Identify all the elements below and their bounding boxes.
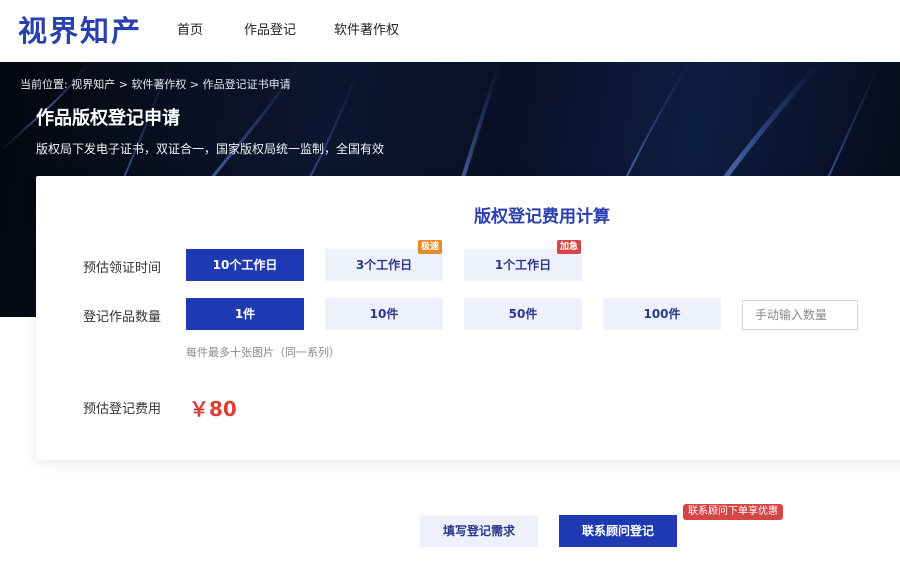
fee-value: ￥80	[189, 397, 237, 421]
quantity-option-100[interactable]: 100件	[603, 298, 721, 330]
option-label: 100件	[643, 307, 681, 321]
quantity-option-1[interactable]: 1件	[186, 298, 304, 330]
time-option-3-days[interactable]: 3个工作日 极速	[325, 240, 443, 281]
quantity-option-10[interactable]: 10件	[325, 298, 443, 330]
option-label: 10个工作日	[212, 258, 278, 272]
nav-item-home[interactable]: 首页	[177, 19, 203, 38]
nav-item-work-registration[interactable]: 作品登记	[244, 19, 296, 38]
quantity-hint: 每件最多十张图片（同一系列）	[186, 346, 340, 359]
breadcrumb: 当前位置: 视界知产 > 软件著作权 > 作品登记证书申请	[20, 78, 291, 91]
quantity-input[interactable]	[742, 300, 858, 330]
option-label: 10件	[369, 307, 399, 321]
time-option-10-days[interactable]: 10个工作日	[186, 249, 304, 281]
top-nav: 视界知产 首页 作品登记 软件著作权	[0, 0, 900, 62]
fill-requirements-button[interactable]: 填写登记需求	[420, 515, 538, 547]
quantity-row-label: 登记作品数量	[83, 310, 162, 325]
promo-badge: 联系顾问下单享优惠	[683, 504, 783, 520]
contact-consultant-button[interactable]: 联系顾问登记	[559, 515, 677, 547]
page-subtitle: 版权局下发电子证书，双证合一，国家版权局统一监制，全国有效	[36, 142, 385, 156]
nav-item-software-copyright[interactable]: 软件著作权	[334, 19, 399, 38]
page-title: 作品版权登记申请	[36, 108, 180, 129]
urgent-tag: 加急	[556, 240, 581, 254]
time-option-1-day[interactable]: 1个工作日 加急	[464, 240, 582, 281]
fee-row-label: 预估登记费用	[83, 402, 162, 417]
option-label: 1个工作日	[494, 258, 552, 272]
express-tag: 极速	[417, 240, 442, 254]
calculator-title: 版权登记费用计算	[474, 207, 610, 227]
time-row-label: 预估领证时间	[83, 261, 162, 276]
fee-calculator-card: 版权登记费用计算 预估领证时间 10个工作日 3个工作日 极速 1个工作日 加急…	[36, 176, 900, 460]
brand-logo[interactable]: 视界知产	[18, 8, 142, 50]
option-label: 3个工作日	[355, 258, 413, 272]
quantity-option-50[interactable]: 50件	[464, 298, 582, 330]
option-label: 50件	[508, 307, 538, 321]
option-label: 1件	[234, 307, 256, 321]
